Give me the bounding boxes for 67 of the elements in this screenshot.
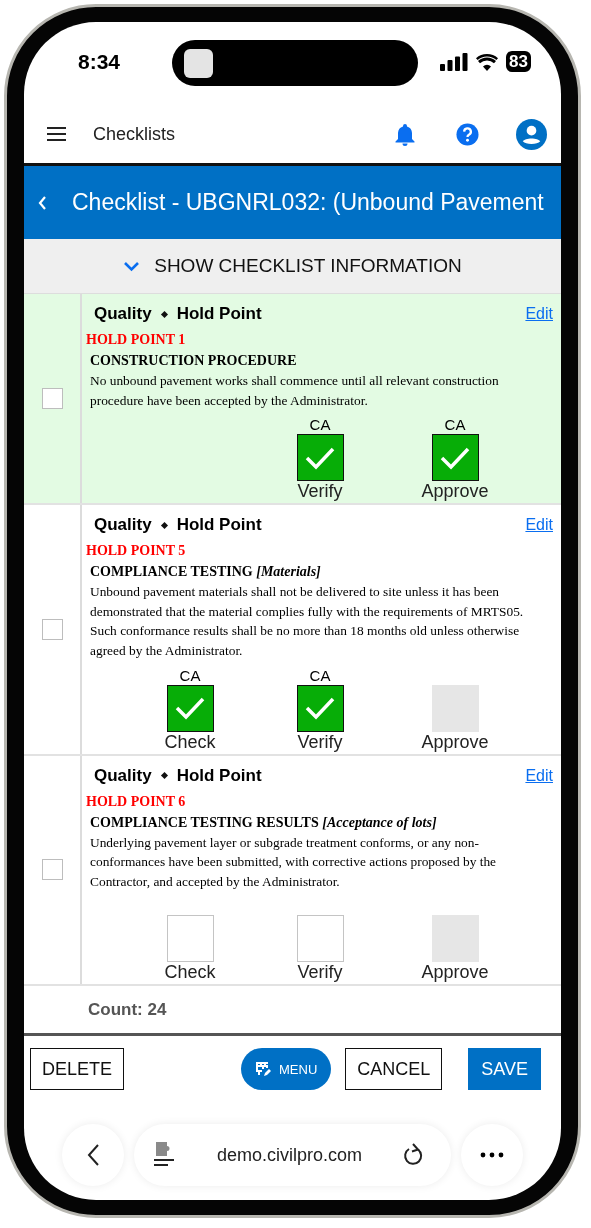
- menu-icon[interactable]: [47, 127, 66, 141]
- page-extension-icon: [154, 1142, 176, 1168]
- check-icon: [174, 696, 206, 721]
- more-icon: [480, 1152, 504, 1158]
- checkbox[interactable]: [41, 618, 63, 640]
- signoff-label: Verify: [297, 481, 343, 503]
- signoff-role: CA: [309, 666, 331, 685]
- item-type: Hold Point: [176, 765, 262, 786]
- help-icon[interactable]: [456, 122, 479, 146]
- check-icon: [304, 696, 336, 721]
- wifi-icon: [475, 52, 500, 71]
- item-type: Hold Point: [176, 304, 262, 324]
- action-button[interactable]: SAVE: [468, 1048, 541, 1091]
- checklist-title: Checklist - UBGNRL032: (Unbound Pavement: [72, 189, 544, 216]
- item-heading: CONSTRUCTION PROCEDURE: [89, 352, 298, 370]
- item-description: Underlying pavement layer or subgrade treatment conforms, or any non-conformances have been submitted, with corrective actions proposed by the Contractor, and accepted by the Administrator.: [89, 833, 498, 891]
- item-category: Quality: [94, 765, 152, 786]
- signoff-role: CA: [179, 666, 201, 685]
- signoff-checkbox[interactable]: [296, 684, 344, 732]
- back-icon[interactable]: [38, 195, 47, 210]
- signal-icon: [440, 52, 469, 71]
- signoff-label: Verify: [297, 962, 343, 984]
- hold-point-code: HOLD POINT 1: [86, 331, 187, 349]
- signoff-label: Approve: [421, 962, 489, 984]
- signoff-checkbox[interactable]: [431, 434, 479, 482]
- signoff-label: Verify: [297, 731, 343, 753]
- checklist-item[interactable]: [24, 505, 561, 756]
- signoff-label: Check: [164, 731, 216, 753]
- signoff-checkbox[interactable]: [166, 684, 214, 732]
- hold-point-code: HOLD POINT 6: [86, 792, 187, 811]
- signoff-label: Check: [164, 962, 216, 984]
- item-category: Quality: [94, 515, 152, 536]
- reload-icon[interactable]: [403, 1143, 425, 1167]
- signoff-label: Approve: [421, 481, 489, 503]
- edit-link[interactable]: Edit: [525, 766, 553, 785]
- check-icon: [304, 445, 336, 470]
- edit-link[interactable]: Edit: [525, 516, 553, 535]
- hold-point-code: HOLD POINT 5: [86, 542, 187, 561]
- checkbox[interactable]: [41, 859, 63, 881]
- back-icon: [86, 1143, 100, 1167]
- status-time: 8:34: [78, 49, 121, 74]
- battery-level: 83: [506, 51, 531, 72]
- edit-link[interactable]: Edit: [525, 305, 553, 323]
- menu-button[interactable]: MENU: [241, 1048, 332, 1091]
- address-bar[interactable]: demo.civilpro.com: [134, 1124, 451, 1186]
- account-icon[interactable]: [516, 118, 547, 150]
- item-category: Quality: [94, 304, 152, 324]
- bell-icon[interactable]: [394, 122, 416, 146]
- check-icon: [439, 445, 471, 470]
- checklist-item[interactable]: [24, 294, 561, 506]
- signoff-checkbox[interactable]: [296, 434, 344, 482]
- checklist-item[interactable]: [24, 755, 561, 987]
- table-edit-icon: [255, 1061, 271, 1078]
- action-button[interactable]: CANCEL: [345, 1048, 443, 1091]
- signoff-role: CA: [444, 416, 466, 435]
- signoff-label: Approve: [421, 731, 489, 753]
- app-title: Checklists: [93, 123, 176, 145]
- action-button[interactable]: DELETE: [30, 1048, 125, 1091]
- item-count: Count: 24: [24, 986, 561, 1037]
- signoff-role: CA: [309, 416, 331, 435]
- item-type: Hold Point: [176, 515, 262, 536]
- item-description: Unbound pavement materials shall not be delivered to site unless it has been demonstrated that the material complies fully with the requirements of MRTS05. Such conformance results shall be no more than 18 months old unless otherwise agreed by the Administrator.: [89, 583, 525, 660]
- item-heading: COMPLIANCE TESTING [Materials]: [89, 563, 322, 582]
- show-information-toggle[interactable]: SHOW CHECKLIST INFORMATION: [24, 239, 561, 294]
- checkbox[interactable]: [41, 388, 63, 410]
- item-description: No unbound pavement works shall commence until all relevant construction procedure have been accepted by the Administrator.: [89, 372, 500, 410]
- item-heading: COMPLIANCE TESTING RESULTS [Acceptance of lots]: [89, 813, 438, 832]
